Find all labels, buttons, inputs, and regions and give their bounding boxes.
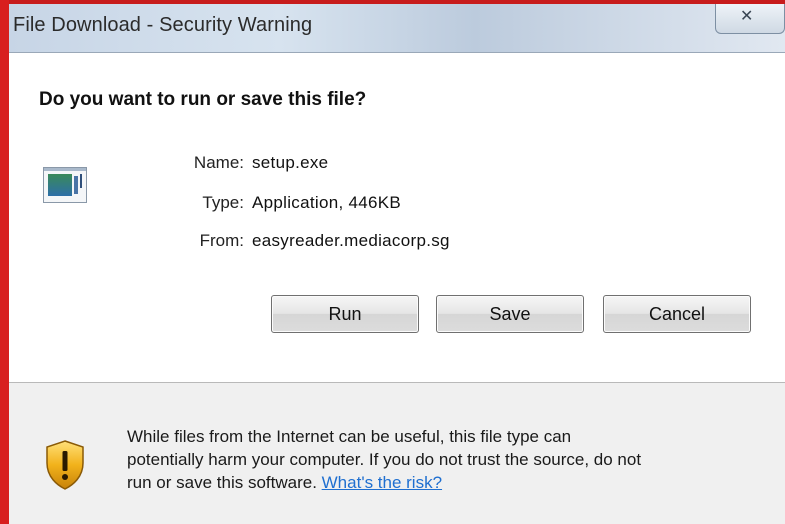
close-icon: ✕ [740, 6, 754, 25]
from-label: From: [199, 231, 244, 250]
name-value: setup.exe [252, 153, 329, 172]
type-value: Application, 446KB [252, 193, 402, 212]
warning-shield-icon [43, 439, 87, 491]
close-button[interactable]: ✕ [715, 4, 785, 34]
warning-line-3: run or save this software. What's the ri… [127, 471, 767, 494]
warning-message: While files from the Internet can be use… [127, 425, 767, 494]
warning-line-1: While files from the Internet can be use… [127, 427, 572, 446]
cancel-button[interactable]: Cancel [603, 295, 751, 333]
run-button[interactable]: Run [271, 295, 419, 333]
dialog-body: Do you want to run or save this file? Na… [9, 53, 785, 524]
application-file-icon [43, 167, 87, 203]
whats-the-risk-link[interactable]: What's the risk? [322, 473, 442, 492]
dialog-heading: Do you want to run or save this file? [39, 89, 367, 110]
type-label: Type: [202, 193, 244, 212]
name-label: Name: [193, 153, 244, 172]
warning-panel: While files from the Internet can be use… [9, 383, 785, 524]
from-value: easyreader.mediacorp.sg [252, 231, 450, 250]
warning-line-3-text: run or save this software. [127, 473, 322, 492]
title-bar[interactable]: File Download - Security Warning ✕ [9, 4, 785, 53]
warning-line-2: potentially harm your computer. If you d… [127, 450, 642, 469]
window-border-left [0, 0, 9, 524]
save-button[interactable]: Save [436, 295, 584, 333]
security-warning-dialog: File Download - Security Warning ✕ Do yo… [0, 0, 785, 524]
window-title: File Download - Security Warning [13, 14, 313, 36]
